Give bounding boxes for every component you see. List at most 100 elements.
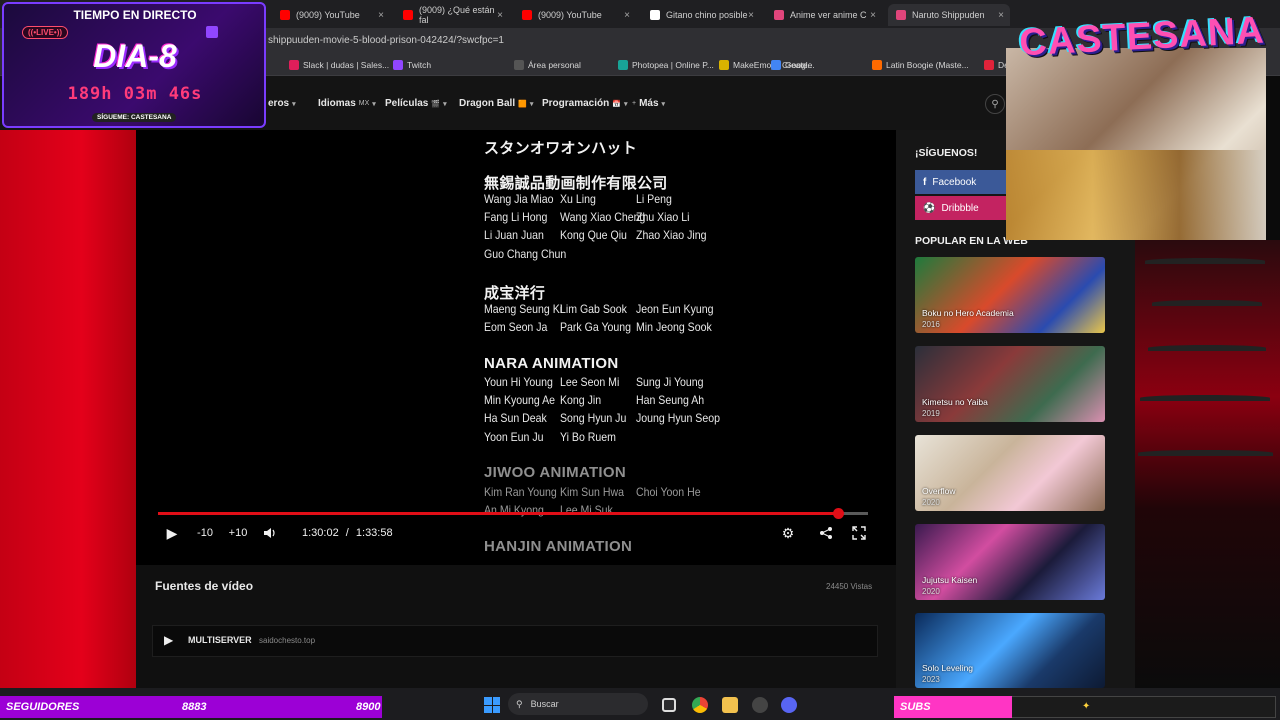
bookmark-item[interactable]: Photopea | Online P... <box>618 60 714 70</box>
progress-fill <box>158 512 838 515</box>
credit-heading: スタンオワオンハット <box>484 140 638 157</box>
chevron-down-icon: ▾ <box>661 100 666 108</box>
close-icon[interactable]: × <box>998 10 1004 21</box>
close-icon[interactable]: × <box>748 10 754 21</box>
pagoda-roof <box>1138 450 1273 456</box>
tab-favicon <box>280 10 290 20</box>
credit-name: Li Juan Juan <box>484 228 544 242</box>
tab-favicon <box>774 10 784 20</box>
browser-tab[interactable]: (9009) YouTube × <box>272 4 390 26</box>
credit-name: Song Hyun Ju <box>560 411 627 425</box>
search-icon[interactable]: ⚲ <box>985 94 1005 114</box>
credit-name: Ha Sun Deak <box>484 411 547 425</box>
popular-card[interactable]: Boku no Hero Academia 2016 <box>915 257 1105 333</box>
channel-logo: CASTESANA <box>1018 9 1266 64</box>
browser-tab[interactable]: (9009) YouTube × <box>514 4 636 26</box>
bookmark-item[interactable]: Latin Boogie (Maste... <box>872 60 969 70</box>
browser-tab[interactable]: Gitano chino posible × <box>642 4 760 26</box>
credit-name: Jeon Eun Kyung <box>636 302 714 316</box>
credit-row: Ha Sun Deak Song Hyun Ju Joung Hyun Seop <box>484 411 720 425</box>
nav-item[interactable]: Programación 📅 ▾ <box>542 98 627 109</box>
discord-icon[interactable] <box>781 697 797 713</box>
close-icon[interactable]: × <box>870 10 876 21</box>
credit-name: Zhu Xiao Li <box>636 210 690 224</box>
bookmark-item[interactable]: Twitch <box>393 60 431 70</box>
play-icon[interactable]: ▶ <box>164 633 173 647</box>
credit-name <box>636 430 703 444</box>
dribbble-button[interactable]: ⚽ Dribbble <box>915 196 1007 220</box>
play-icon[interactable]: ▶ <box>164 525 180 541</box>
nav-label: Idiomas <box>318 98 356 109</box>
credit-heading: HANJIN ANIMATION <box>484 538 633 555</box>
credit-name: Kong Jin <box>560 393 602 407</box>
tab-label: Gitano chino posible <box>666 10 748 20</box>
bookmark-icon <box>514 60 524 70</box>
popular-card[interactable]: Jujutsu Kaisen 2020 <box>915 524 1105 600</box>
credit-name: Wang Jia Miao <box>484 192 554 206</box>
forward-button[interactable]: +10 <box>227 525 249 541</box>
credit-heading: NARA ANIMATION <box>484 355 619 372</box>
credit-name: Youn Hi Young <box>484 375 553 389</box>
credit-row: Maeng Seung Ki Lim Gab Sook Jeon Eun Kyung <box>484 302 714 316</box>
windows-start-icon[interactable] <box>484 697 500 713</box>
popular-card[interactable]: Kimetsu no Yaiba 2019 <box>915 346 1105 422</box>
credit-name: Fang Li Hong <box>484 210 548 224</box>
chrome-icon[interactable] <box>692 697 708 713</box>
card-year: 2020 <box>922 587 940 596</box>
server-name[interactable]: MULTISERVER <box>188 635 252 645</box>
credit-name: Lim Gab Sook <box>560 302 627 316</box>
rewind-button[interactable]: -10 <box>194 525 216 541</box>
bookmark-item[interactable]: Área personal <box>514 60 581 70</box>
bookmark-item[interactable]: Google <box>771 60 812 70</box>
credit-row: Guo Chang Chun <box>484 247 712 261</box>
credit-name: Min Kyoung Ae <box>484 393 556 407</box>
credit-row: Kim Ran Young Kim Sun Hwa Choi Yoon He <box>484 485 712 499</box>
gear-icon[interactable]: ⚙ <box>779 525 797 541</box>
nav-item[interactable]: eros ▾ <box>268 98 296 109</box>
close-icon[interactable]: × <box>624 10 630 21</box>
credit-row: Wang Jia Miao Xu Ling Li Peng <box>484 192 712 206</box>
credit-row: Youn Hi Young Lee Seon Mi Sung Ji Young <box>484 375 712 389</box>
file-explorer-icon[interactable] <box>722 697 738 713</box>
bookmark-label: Slack | dudas | Sales... <box>303 60 390 70</box>
task-view-icon[interactable] <box>662 698 676 712</box>
popular-card[interactable]: Solo Leveling 2023 <box>915 613 1105 688</box>
url-text[interactable]: shippuuden-movie-5-blood-prison-042424/?… <box>268 35 504 46</box>
tab-favicon <box>522 10 532 20</box>
volume-icon[interactable] <box>261 525 279 541</box>
nav-item[interactable]: Dragon Ball 🟧 ▾ <box>459 98 533 109</box>
bookmark-icon <box>872 60 882 70</box>
sources-title: Fuentes de vídeo <box>155 579 254 593</box>
facebook-icon: f <box>923 176 927 188</box>
browser-tab[interactable]: (9009) ¿Qué están fal × <box>395 4 509 26</box>
credit-name: Han Seung Ah <box>636 393 705 407</box>
card-title: Boku no Hero Academia <box>922 308 1014 318</box>
obs-icon[interactable] <box>752 697 768 713</box>
progress-handle[interactable] <box>833 508 844 519</box>
browser-tab[interactable]: Naruto Shippuden × <box>888 4 1010 26</box>
nav-item[interactable]: Idiomas MX ▾ <box>318 98 376 109</box>
close-icon[interactable]: × <box>497 10 503 21</box>
bookmark-item[interactable]: Slack | dudas | Sales... <box>289 60 389 70</box>
bookmark-label: Google <box>785 60 813 70</box>
card-year: 2020 <box>922 498 940 507</box>
browser-tab[interactable]: Anime ver anime C × <box>766 4 882 26</box>
pagoda-roof <box>1140 395 1270 401</box>
credit-name: Guo Chang Chun <box>484 247 567 261</box>
credit-name: Park Ga Young <box>560 320 632 334</box>
bookmark-label: Latin Boogie (Maste... <box>886 60 969 70</box>
popular-card[interactable]: Overflow 2020 <box>915 435 1105 511</box>
nav-item[interactable]: Películas 🎬 ▾ <box>385 98 447 109</box>
close-icon[interactable]: × <box>378 10 384 21</box>
share-icon[interactable] <box>817 525 835 541</box>
nav-item[interactable]: + Más ▾ <box>632 98 665 109</box>
nav-badge: + <box>632 100 637 107</box>
facebook-button[interactable]: f Facebook <box>915 170 1007 194</box>
tab-label: Naruto Shippuden <box>912 10 985 20</box>
taskbar-search-input[interactable]: ⚲ Buscar <box>508 693 648 715</box>
credit-name: Sung Ji Young <box>636 375 704 389</box>
fullscreen-icon[interactable] <box>850 525 868 541</box>
current-time: 1:30:02 <box>302 527 339 539</box>
live-title: TIEMPO EN DIRECTO <box>73 8 197 22</box>
credit-name: Yi Bo Ruem <box>560 430 616 444</box>
